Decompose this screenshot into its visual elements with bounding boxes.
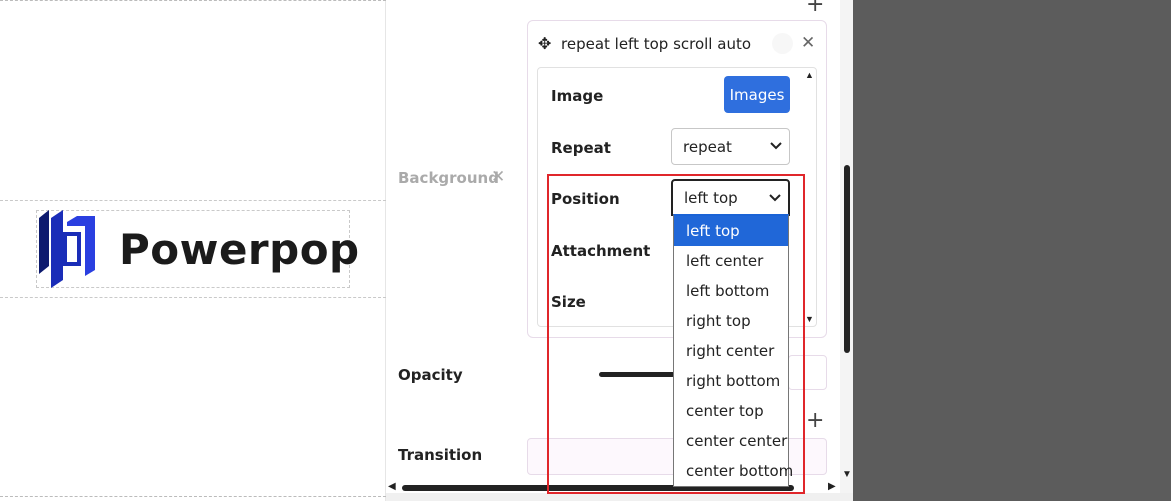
scroll-up-arrow-icon[interactable]: ▲: [805, 70, 814, 80]
row-guide-bottom: [0, 297, 386, 298]
chevron-down-icon: [769, 194, 781, 202]
attachment-label: Attachment: [551, 242, 651, 260]
design-canvas: Powerpop: [0, 0, 386, 501]
logo-text: Powerpop: [119, 224, 360, 274]
remove-background-close-icon[interactable]: ✕: [491, 167, 505, 187]
option-left-top[interactable]: left top: [674, 216, 788, 246]
close-icon[interactable]: ✕: [801, 33, 815, 53]
opacity-slider[interactable]: [599, 372, 675, 377]
scroll-right-arrow-icon[interactable]: ▶: [828, 481, 836, 492]
option-right-bottom[interactable]: right bottom: [674, 366, 788, 396]
powerpop-logo-mark-icon: [37, 210, 99, 288]
option-center-top[interactable]: center top: [674, 396, 788, 426]
panel-vertical-scrollbar-thumb[interactable]: [844, 165, 850, 353]
option-right-top[interactable]: right top: [674, 306, 788, 336]
transition-label: Transition: [398, 446, 483, 464]
backdrop-area: [853, 0, 1171, 501]
chevron-down-icon: [770, 142, 782, 150]
repeat-label: Repeat: [551, 139, 611, 157]
position-select[interactable]: left top: [671, 179, 790, 216]
repeat-select-value: repeat: [683, 137, 732, 156]
properties-box-scrollbar[interactable]: ▲ ▼: [802, 68, 816, 326]
position-label: Position: [551, 190, 620, 208]
scroll-down-arrow-icon[interactable]: ▼: [842, 469, 852, 480]
position-options-dropdown[interactable]: left top left center left bottom right t…: [673, 214, 793, 487]
option-left-center[interactable]: left center: [674, 246, 788, 276]
layer-color-swatch[interactable]: [772, 33, 793, 54]
logo-image[interactable]: Powerpop: [36, 210, 359, 288]
opacity-label: Opacity: [398, 366, 463, 384]
option-right-center[interactable]: right center: [674, 336, 788, 366]
add-background-plus-icon[interactable]: +: [806, 0, 824, 17]
image-label: Image: [551, 87, 604, 105]
background-layer-title: repeat left top scroll auto: [561, 35, 752, 53]
background-label: Background: [398, 169, 499, 187]
add-transition-plus-icon[interactable]: +: [806, 408, 824, 433]
images-button[interactable]: Images: [724, 76, 790, 113]
move-icon[interactable]: ✥: [538, 36, 554, 52]
option-center-bottom[interactable]: center bottom: [674, 456, 793, 486]
row-guide-top: [0, 200, 386, 201]
position-select-value: left top: [684, 188, 738, 207]
scroll-down-arrow-icon[interactable]: ▼: [805, 314, 814, 324]
canvas-top-guide: [0, 0, 386, 2]
canvas-bottom-guide: [0, 496, 386, 497]
opacity-input[interactable]: [788, 355, 827, 390]
scroll-left-arrow-icon[interactable]: ◀: [388, 481, 396, 492]
background-layer-header[interactable]: ✥ repeat left top scroll auto: [538, 33, 751, 55]
repeat-select[interactable]: repeat: [671, 128, 790, 165]
option-left-bottom[interactable]: left bottom: [674, 276, 788, 306]
horizontal-scroll-track: [386, 493, 853, 501]
size-label: Size: [551, 293, 586, 311]
option-center-center[interactable]: center center: [674, 426, 788, 456]
